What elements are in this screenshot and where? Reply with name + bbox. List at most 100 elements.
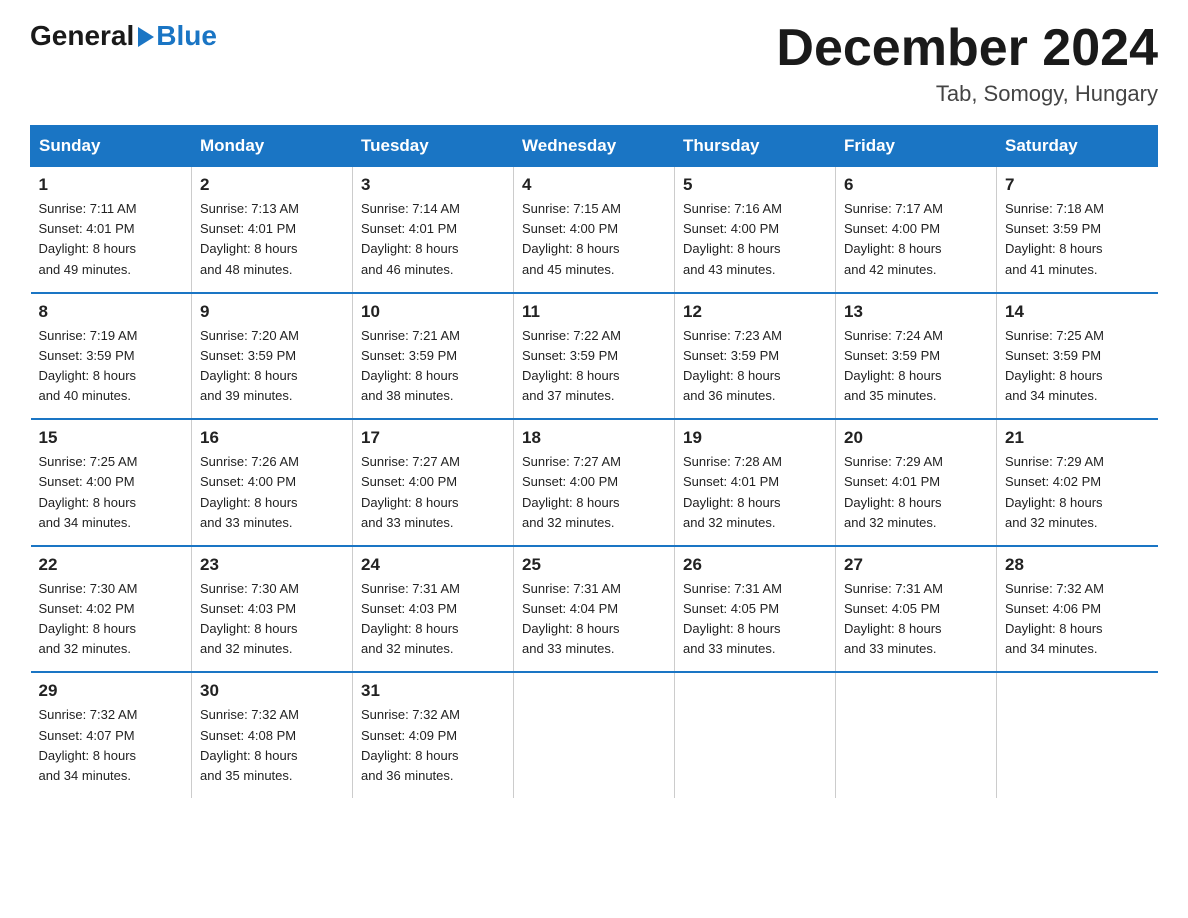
day-info: Sunrise: 7:32 AMSunset: 4:06 PMDaylight:… [1005,579,1150,660]
col-header-tuesday: Tuesday [353,126,514,167]
day-info: Sunrise: 7:32 AMSunset: 4:08 PMDaylight:… [200,705,344,786]
day-number: 4 [522,175,666,195]
col-header-monday: Monday [192,126,353,167]
calendar-table: SundayMondayTuesdayWednesdayThursdayFrid… [30,125,1158,798]
day-number: 3 [361,175,505,195]
day-number: 7 [1005,175,1150,195]
day-number: 16 [200,428,344,448]
day-number: 6 [844,175,988,195]
calendar-cell: 12 Sunrise: 7:23 AMSunset: 3:59 PMDayligh… [675,293,836,420]
calendar-cell: 20 Sunrise: 7:29 AMSunset: 4:01 PMDayligh… [836,419,997,546]
calendar-cell: 9 Sunrise: 7:20 AMSunset: 3:59 PMDaylight… [192,293,353,420]
day-number: 20 [844,428,988,448]
day-number: 2 [200,175,344,195]
day-info: Sunrise: 7:31 AMSunset: 4:05 PMDaylight:… [683,579,827,660]
calendar-cell: 29 Sunrise: 7:32 AMSunset: 4:07 PMDayligh… [31,672,192,798]
day-number: 14 [1005,302,1150,322]
day-info: Sunrise: 7:22 AMSunset: 3:59 PMDaylight:… [522,326,666,407]
day-info: Sunrise: 7:30 AMSunset: 4:03 PMDaylight:… [200,579,344,660]
location-subtitle: Tab, Somogy, Hungary [776,81,1158,107]
day-number: 31 [361,681,505,701]
day-info: Sunrise: 7:17 AMSunset: 4:00 PMDaylight:… [844,199,988,280]
month-title: December 2024 [776,20,1158,77]
day-info: Sunrise: 7:31 AMSunset: 4:03 PMDaylight:… [361,579,505,660]
day-info: Sunrise: 7:26 AMSunset: 4:00 PMDaylight:… [200,452,344,533]
day-number: 1 [39,175,184,195]
calendar-cell [836,672,997,798]
logo-arrow-icon [138,27,154,47]
day-number: 10 [361,302,505,322]
calendar-cell: 21 Sunrise: 7:29 AMSunset: 4:02 PMDayligh… [997,419,1158,546]
calendar-week-row: 8Sunrise: 7:19 AMSunset: 3:59 PMDaylight… [31,293,1158,420]
day-number: 12 [683,302,827,322]
calendar-cell: 11 Sunrise: 7:22 AMSunset: 3:59 PMDayligh… [514,293,675,420]
day-info: Sunrise: 7:29 AMSunset: 4:01 PMDaylight:… [844,452,988,533]
day-info: Sunrise: 7:18 AMSunset: 3:59 PMDaylight:… [1005,199,1150,280]
day-number: 21 [1005,428,1150,448]
day-info: Sunrise: 7:25 AMSunset: 4:00 PMDaylight:… [39,452,184,533]
title-area: December 2024 Tab, Somogy, Hungary [776,20,1158,107]
day-number: 29 [39,681,184,701]
calendar-cell: 6 Sunrise: 7:17 AMSunset: 4:00 PMDaylight… [836,167,997,293]
day-info: Sunrise: 7:16 AMSunset: 4:00 PMDaylight:… [683,199,827,280]
day-info: Sunrise: 7:24 AMSunset: 3:59 PMDaylight:… [844,326,988,407]
day-number: 9 [200,302,344,322]
day-number: 18 [522,428,666,448]
calendar-cell: 24 Sunrise: 7:31 AMSunset: 4:03 PMDayligh… [353,546,514,673]
col-header-sunday: Sunday [31,126,192,167]
calendar-cell: 14 Sunrise: 7:25 AMSunset: 3:59 PMDayligh… [997,293,1158,420]
calendar-week-row: 1Sunrise: 7:11 AMSunset: 4:01 PMDaylight… [31,167,1158,293]
day-number: 17 [361,428,505,448]
calendar-cell: 25 Sunrise: 7:31 AMSunset: 4:04 PMDayligh… [514,546,675,673]
logo: General Blue [30,20,217,52]
day-number: 24 [361,555,505,575]
day-info: Sunrise: 7:28 AMSunset: 4:01 PMDaylight:… [683,452,827,533]
day-info: Sunrise: 7:23 AMSunset: 3:59 PMDaylight:… [683,326,827,407]
calendar-cell: 2 Sunrise: 7:13 AMSunset: 4:01 PMDaylight… [192,167,353,293]
calendar-cell: 17Sunrise: 7:27 AMSunset: 4:00 PMDayligh… [353,419,514,546]
calendar-cell: 30Sunrise: 7:32 AMSunset: 4:08 PMDayligh… [192,672,353,798]
calendar-week-row: 29 Sunrise: 7:32 AMSunset: 4:07 PMDayligh… [31,672,1158,798]
day-info: Sunrise: 7:14 AMSunset: 4:01 PMDaylight:… [361,199,505,280]
calendar-cell: 8Sunrise: 7:19 AMSunset: 3:59 PMDaylight… [31,293,192,420]
day-info: Sunrise: 7:15 AMSunset: 4:00 PMDaylight:… [522,199,666,280]
calendar-week-row: 15 Sunrise: 7:25 AMSunset: 4:00 PMDayligh… [31,419,1158,546]
day-info: Sunrise: 7:13 AMSunset: 4:01 PMDaylight:… [200,199,344,280]
day-number: 22 [39,555,184,575]
calendar-cell [997,672,1158,798]
calendar-cell: 26 Sunrise: 7:31 AMSunset: 4:05 PMDayligh… [675,546,836,673]
calendar-cell: 15 Sunrise: 7:25 AMSunset: 4:00 PMDayligh… [31,419,192,546]
day-info: Sunrise: 7:21 AMSunset: 3:59 PMDaylight:… [361,326,505,407]
day-info: Sunrise: 7:29 AMSunset: 4:02 PMDaylight:… [1005,452,1150,533]
day-info: Sunrise: 7:32 AMSunset: 4:07 PMDaylight:… [39,705,184,786]
calendar-cell: 22 Sunrise: 7:30 AMSunset: 4:02 PMDayligh… [31,546,192,673]
calendar-cell: 10 Sunrise: 7:21 AMSunset: 3:59 PMDayligh… [353,293,514,420]
day-info: Sunrise: 7:31 AMSunset: 4:04 PMDaylight:… [522,579,666,660]
day-info: Sunrise: 7:20 AMSunset: 3:59 PMDaylight:… [200,326,344,407]
calendar-cell: 16 Sunrise: 7:26 AMSunset: 4:00 PMDayligh… [192,419,353,546]
calendar-cell: 1Sunrise: 7:11 AMSunset: 4:01 PMDaylight… [31,167,192,293]
calendar-cell: 7 Sunrise: 7:18 AMSunset: 3:59 PMDaylight… [997,167,1158,293]
day-info: Sunrise: 7:32 AMSunset: 4:09 PMDaylight:… [361,705,505,786]
day-number: 13 [844,302,988,322]
calendar-cell: 23 Sunrise: 7:30 AMSunset: 4:03 PMDayligh… [192,546,353,673]
calendar-week-row: 22 Sunrise: 7:30 AMSunset: 4:02 PMDayligh… [31,546,1158,673]
day-number: 8 [39,302,184,322]
day-number: 26 [683,555,827,575]
day-number: 15 [39,428,184,448]
day-info: Sunrise: 7:25 AMSunset: 3:59 PMDaylight:… [1005,326,1150,407]
calendar-cell: 28Sunrise: 7:32 AMSunset: 4:06 PMDayligh… [997,546,1158,673]
calendar-cell: 13 Sunrise: 7:24 AMSunset: 3:59 PMDayligh… [836,293,997,420]
day-info: Sunrise: 7:30 AMSunset: 4:02 PMDaylight:… [39,579,184,660]
day-number: 19 [683,428,827,448]
calendar-cell: 31 Sunrise: 7:32 AMSunset: 4:09 PMDayligh… [353,672,514,798]
day-number: 27 [844,555,988,575]
calendar-cell: 18Sunrise: 7:27 AMSunset: 4:00 PMDayligh… [514,419,675,546]
day-number: 23 [200,555,344,575]
day-number: 11 [522,302,666,322]
day-number: 25 [522,555,666,575]
col-header-saturday: Saturday [997,126,1158,167]
calendar-cell: 4 Sunrise: 7:15 AMSunset: 4:00 PMDaylight… [514,167,675,293]
day-info: Sunrise: 7:31 AMSunset: 4:05 PMDaylight:… [844,579,988,660]
logo-general-text: General [30,20,134,52]
